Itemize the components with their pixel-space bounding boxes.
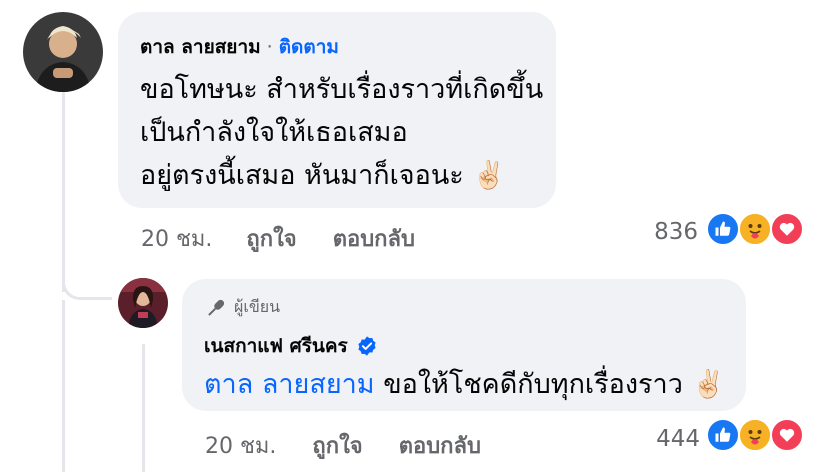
comment-actions: 20 ชม. ถูกใจ ตอบกลับ — [141, 221, 415, 256]
victory-hand-emoji: ✌🏻 — [472, 160, 507, 191]
follow-link[interactable]: ติดตาม — [279, 36, 339, 58]
love-icon — [770, 418, 804, 452]
like-icon — [706, 418, 740, 452]
thread-line-lower — [62, 300, 65, 472]
comment-bubble: ตาล ลายสยาม · ติดตาม ขอโทษนะ สำหรับเรื่องร… — [118, 12, 556, 208]
care-icon — [738, 418, 772, 452]
reply-like-button[interactable]: ถูกใจ — [312, 434, 362, 459]
reply-header: เนสกาแฟ ศรีนคร — [204, 331, 378, 361]
author-badge: ผู้เขียน — [204, 295, 280, 320]
reply-avatar[interactable] — [118, 278, 168, 328]
comment-line: ขอโทษนะ สำหรับเรื่องราวที่เกิดขึ้น — [140, 74, 544, 105]
reply-bubble: ผู้เขียน เนสกาแฟ ศรีนคร ตาล ลายสยาม ขอให… — [182, 279, 746, 411]
reaction-count[interactable]: 836 — [640, 219, 698, 245]
reply-thread-line — [142, 344, 145, 472]
comment-line: เป็นกำลังใจให้เธอเสมอ — [140, 117, 408, 148]
comment-body: ขอโทษนะ สำหรับเรื่องราวที่เกิดขึ้น เป็นก… — [140, 68, 543, 197]
victory-hand-emoji: ✌🏻 — [691, 369, 726, 400]
reply-button[interactable]: ตอบกลับ — [333, 227, 415, 252]
microphone-icon — [204, 296, 228, 320]
reply-reaction-count[interactable]: 444 — [640, 426, 700, 452]
comment-line: อยู่ตรงนี้เสมอ หันมาก็เจอนะ ✌🏻 — [140, 154, 543, 197]
reply-actions: 20 ชม. ถูกใจ ตอบกลับ — [205, 428, 481, 463]
like-button[interactable]: ถูกใจ — [246, 227, 296, 252]
mention-link[interactable]: ตาล ลายสยาม — [204, 369, 375, 400]
reply-reactions-summary[interactable] — [706, 418, 806, 454]
author-badge-label: ผู้เขียน — [234, 297, 281, 316]
separator-dot: · — [266, 36, 273, 58]
thread-curve — [62, 260, 112, 300]
like-icon — [706, 212, 740, 246]
verified-icon — [356, 335, 378, 357]
reply-author-name[interactable]: เนสกาแฟ ศรีนคร — [204, 331, 348, 361]
reactions-summary[interactable] — [706, 212, 806, 248]
reply-reply-button[interactable]: ตอบกลับ — [399, 434, 481, 459]
comment-line-text: อยู่ตรงนี้เสมอ หันมาก็เจอนะ — [140, 160, 464, 191]
reply-body: ตาล ลายสยาม ขอให้โชคดีกับทุกเรื่องราว ✌🏻 — [204, 363, 725, 406]
avatar[interactable] — [23, 12, 103, 92]
comment-header: ตาล ลายสยาม · ติดตาม — [140, 32, 339, 62]
care-icon — [738, 212, 772, 246]
love-icon — [770, 212, 804, 246]
comment-time[interactable]: 20 ชม. — [141, 227, 212, 252]
comment-author-name[interactable]: ตาล ลายสยาม — [140, 36, 261, 58]
reply-time[interactable]: 20 ชม. — [205, 434, 276, 459]
reply-text: ขอให้โชคดีกับทุกเรื่องราว — [383, 369, 683, 400]
